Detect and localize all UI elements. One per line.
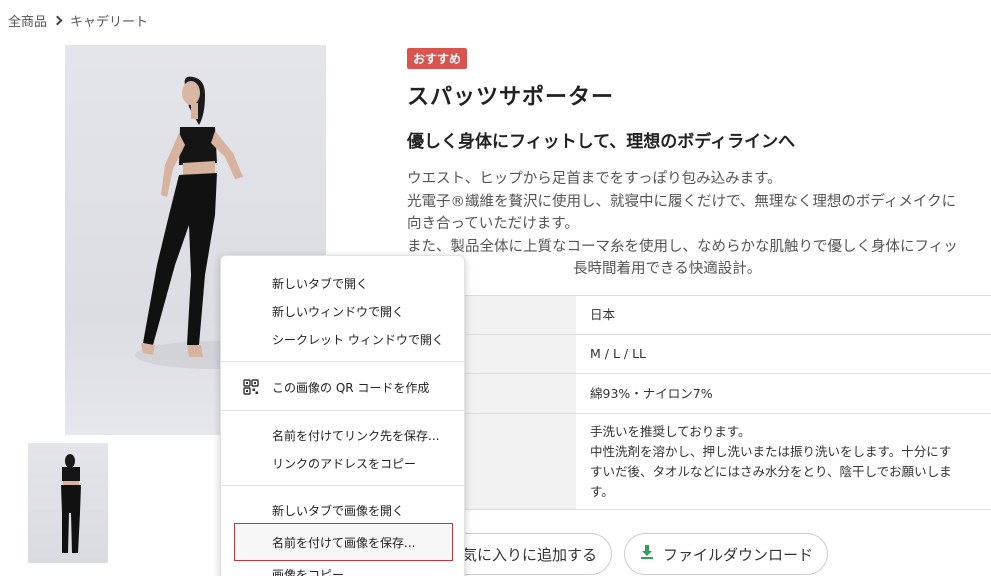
spec-value: M / L / LL xyxy=(576,334,991,374)
menu-separator xyxy=(221,361,464,362)
qr-code-icon xyxy=(243,379,259,398)
favorites-label: 気に入りに追加する xyxy=(461,545,597,564)
download-label: ファイルダウンロード xyxy=(662,545,813,564)
menu-item-label: 名前を付けて画像を保存... xyxy=(272,535,416,550)
description-line: 向き合っていただけます。 xyxy=(407,216,579,232)
menu-item-open-image-new-tab[interactable]: 新しいタブで画像を開く xyxy=(221,496,464,524)
menu-item-copy-image[interactable]: 画像をコピー xyxy=(221,560,464,576)
product-subtitle: 優しく身体にフィットして、理想のボディラインへ xyxy=(407,132,796,152)
menu-item-label: この画像の QR コードを作成 xyxy=(272,380,430,395)
spec-line: 手洗いを推奨しております。 xyxy=(590,423,751,439)
menu-item-save-image-as[interactable]: 名前を付けて画像を保存... xyxy=(234,523,453,561)
spec-line: すいだ後、タオルなどにはさみ水分をとり、陰干しでお願いしま xyxy=(590,463,952,479)
spec-value-multiline: 手洗いを推奨しております。 中性洗剤を溶かし、押し洗いまたは振り洗いをします。十… xyxy=(576,413,991,510)
menu-item-label: 新しいタブで画像を開く xyxy=(272,503,405,518)
menu-item-label: 新しいタブで開く xyxy=(272,276,369,291)
spec-row: 日本 xyxy=(407,295,991,335)
menu-item-open-new-window[interactable]: 新しいウィンドウで開く xyxy=(221,297,464,325)
chevron-right-icon xyxy=(52,15,63,26)
thumbnail-figure xyxy=(61,454,81,553)
spec-row: M / L / LL xyxy=(407,334,991,374)
menu-separator xyxy=(221,485,464,486)
menu-item-label: シークレット ウィンドウで開く xyxy=(272,332,444,347)
menu-item-copy-link-address[interactable]: リンクのアドレスをコピー xyxy=(221,449,464,477)
menu-item-open-new-tab[interactable]: 新しいタブで開く xyxy=(221,269,464,297)
description-line: ウエスト、ヒップから足首までをすっぽり包み込みます。 xyxy=(407,171,782,187)
file-download-button[interactable]: ファイルダウンロード xyxy=(624,533,828,575)
product-title: スパッツサポーター xyxy=(407,85,615,110)
spec-row: 綿93%・ナイロン7% xyxy=(407,373,991,414)
description-line: 光電子®繊維を贅沢に使用し、就寝中に履くだけで、無理なく理想のボディメイクに xyxy=(407,193,957,210)
spec-line: す。 xyxy=(590,483,614,499)
spec-line: 中性洗剤を溶かし、押し洗いまたは振り洗いをします。十分にす xyxy=(590,443,952,459)
breadcrumb-root[interactable]: 全商品 xyxy=(8,11,47,30)
menu-item-label: 名前を付けてリンク先を保存... xyxy=(272,428,440,443)
description-line: また、製品全体に上質なコーマ糸を使用し、なめらかな肌触りで優しく身体にフィッ xyxy=(407,238,958,255)
menu-item-open-incognito[interactable]: シークレット ウィンドウで開く xyxy=(221,325,464,353)
spec-value: 綿93%・ナイロン7% xyxy=(576,373,991,414)
product-thumbnail[interactable] xyxy=(28,443,108,563)
product-description: ウエスト、ヒップから足首までをすっぽり包み込みます。 光電子®繊維を贅沢に使用し… xyxy=(407,168,987,281)
menu-item-label: 新しいウィンドウで開く xyxy=(272,304,405,319)
context-menu: 新しいタブで開く 新しいウィンドウで開く シークレット ウィンドウで開く この画… xyxy=(220,255,465,576)
breadcrumb-current: キャデリート xyxy=(70,15,149,30)
recommend-badge: おすすめ xyxy=(407,48,468,69)
menu-item-label: 画像をコピー xyxy=(272,567,345,576)
download-icon xyxy=(639,544,655,564)
spec-value: 日本 xyxy=(576,295,991,335)
description-line: 長時間着用できる快適設計。 xyxy=(573,261,762,277)
breadcrumb: 全商品 キャデリート xyxy=(8,11,148,30)
spec-table: 日本 M / L / LL 綿93%・ナイロン7% 手洗いを推奨しております。 … xyxy=(407,295,991,510)
menu-item-save-link-as[interactable]: 名前を付けてリンク先を保存... xyxy=(221,421,464,449)
menu-separator xyxy=(221,410,464,411)
spec-row: 手洗いを推奨しております。 中性洗剤を溶かし、押し洗いまたは振り洗いをします。十… xyxy=(407,413,991,510)
menu-item-create-qr[interactable]: この画像の QR コードを作成 xyxy=(221,372,464,402)
menu-item-label: リンクのアドレスをコピー xyxy=(272,456,417,471)
